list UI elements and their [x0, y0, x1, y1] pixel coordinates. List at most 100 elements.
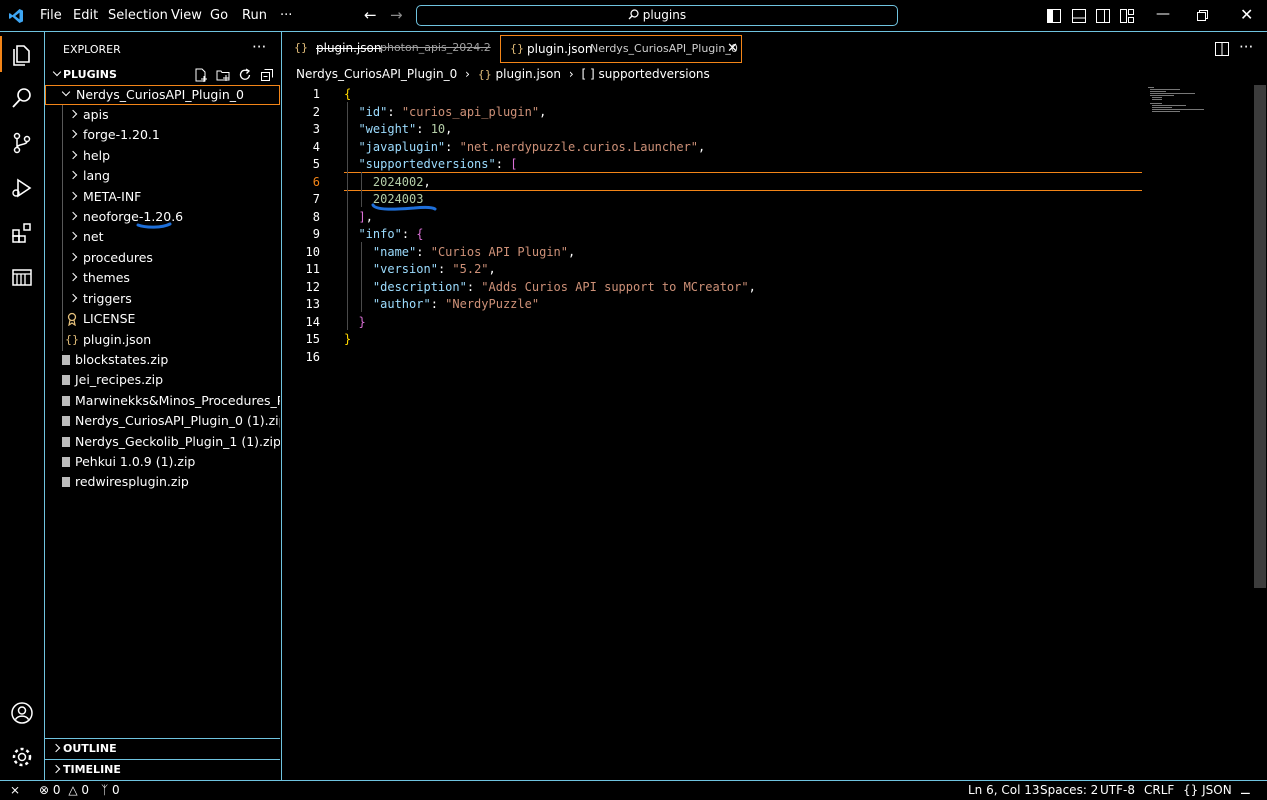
- menu-file[interactable]: File: [40, 8, 62, 23]
- tab-plugin-json-photon[interactable]: {} plugin.json photon_apis_2024.2: [288, 35, 500, 63]
- search-view-icon[interactable]: [10, 86, 34, 110]
- language-mode[interactable]: {} JSON: [1183, 781, 1232, 799]
- folder-themes[interactable]: themes: [45, 268, 280, 288]
- file-label: Pehkui 1.0.9 (1).zip: [75, 454, 196, 469]
- plugins-section-title: PLUGINS: [63, 68, 117, 81]
- toggle-panel-icon[interactable]: [1072, 9, 1086, 23]
- tab-description: photon_apis_2024.2: [380, 41, 491, 54]
- close-tab-icon[interactable]: ✕: [727, 36, 738, 62]
- json-icon: {}: [65, 333, 79, 346]
- end-of-line[interactable]: CRLF: [1144, 781, 1174, 799]
- breadcrumb-separator-icon: ›: [465, 67, 470, 81]
- folder-help[interactable]: help: [45, 146, 280, 166]
- root-folder-label: Nerdys_CuriosAPI_Plugin_0: [76, 87, 244, 102]
- zip-file-row[interactable]: Nerdys_Geckolib_Plugin_1 (1).zip: [45, 432, 280, 452]
- folder-procedures[interactable]: procedures: [45, 248, 280, 268]
- line-number: 4: [312, 140, 320, 154]
- file-license[interactable]: LICENSE: [45, 309, 280, 329]
- menu-more[interactable]: ···: [280, 8, 292, 23]
- folder-triggers[interactable]: triggers: [45, 289, 280, 309]
- problems-indicator[interactable]: ⊗ 0 △ 0: [39, 781, 89, 799]
- tab-description: Nerdys_CuriosAPI_Plugin_0: [590, 42, 738, 55]
- menu-selection[interactable]: Selection: [108, 8, 168, 23]
- forward-arrow-icon[interactable]: →: [390, 6, 403, 24]
- source-control-icon[interactable]: [10, 131, 34, 155]
- run-debug-icon[interactable]: [10, 176, 34, 200]
- split-editor-icon[interactable]: [1215, 42, 1229, 56]
- tab-plugin-json-curios[interactable]: {} plugin.json Nerdys_CuriosAPI_Plugin_0…: [500, 35, 742, 63]
- breadcrumb-file[interactable]: plugin.json: [496, 67, 561, 81]
- account-icon[interactable]: [10, 701, 34, 725]
- code-editor[interactable]: 1 2 3 4 5 6 7 8 9 10 11 12 13 14 15 16 {…: [282, 85, 1266, 780]
- command-center-text: plugins: [642, 8, 687, 22]
- code-line: "id": "curios_api_plugin",: [358, 105, 547, 119]
- menu-edit[interactable]: Edit: [73, 8, 98, 23]
- menu-go[interactable]: Go: [210, 8, 228, 23]
- notifications-bell-icon[interactable]: ⚊: [1240, 781, 1251, 799]
- code-line: }: [358, 315, 366, 329]
- outline-section-header[interactable]: OUTLINE: [45, 739, 280, 759]
- zip-file-row[interactable]: Marwinekks&Minos_Procedures_Plu...: [45, 391, 280, 411]
- tab-label: plugin.json: [527, 42, 593, 56]
- explorer-more-icon[interactable]: ···: [252, 38, 266, 56]
- menu-view[interactable]: View: [171, 8, 202, 23]
- line-number: 11: [305, 262, 320, 276]
- refresh-icon[interactable]: [238, 68, 252, 82]
- error-icon: ⊗: [39, 783, 50, 797]
- extensions-icon[interactable]: [10, 221, 34, 245]
- folder-apis[interactable]: apis: [45, 105, 280, 125]
- file-label: plugin.json: [83, 332, 152, 347]
- collapse-all-icon[interactable]: [260, 68, 274, 82]
- vscode-logo-icon: [9, 9, 23, 23]
- new-folder-icon[interactable]: [216, 68, 230, 82]
- encoding[interactable]: UTF-8: [1100, 781, 1135, 799]
- restore-icon[interactable]: [1197, 10, 1208, 21]
- blue-underline-annotation: [371, 203, 437, 211]
- title-bar: File Edit Selection View Go Run ··· ← → …: [0, 0, 1267, 32]
- root-folder-row[interactable]: Nerdys_CuriosAPI_Plugin_0: [45, 85, 280, 105]
- breadcrumb-separator-icon: ›: [568, 67, 574, 81]
- settings-gear-icon[interactable]: [10, 745, 34, 769]
- zip-file-row[interactable]: Jei_recipes.zip: [45, 370, 280, 390]
- code-line: "weight": 10,: [358, 122, 453, 136]
- timeline-section-header[interactable]: TIMELINE: [45, 760, 280, 780]
- folder-net[interactable]: net: [45, 227, 280, 247]
- minimize-icon[interactable]: —: [1156, 6, 1170, 22]
- zip-file-icon: [62, 416, 70, 426]
- folder-lang[interactable]: lang: [45, 166, 280, 186]
- toggle-primary-sidebar-icon[interactable]: [1047, 9, 1061, 23]
- code-line: "description": "Adds Curios API support …: [372, 280, 756, 294]
- code-line: "info": {: [358, 227, 424, 241]
- file-label: Marwinekks&Minos_Procedures_Plu...: [75, 393, 280, 408]
- json-icon: {}: [477, 68, 492, 81]
- customize-layout-icon[interactable]: [1120, 9, 1134, 23]
- explorer-icon[interactable]: [10, 42, 34, 66]
- zip-file-icon: [62, 437, 70, 447]
- breadcrumb-folder[interactable]: Nerdys_CuriosAPI_Plugin_0: [296, 67, 457, 81]
- editor-more-icon[interactable]: ···: [1239, 38, 1253, 56]
- cursor-position[interactable]: Ln 6, Col 13: [968, 781, 1040, 799]
- code-line: "version": "5.2",: [372, 262, 496, 276]
- indentation[interactable]: Spaces: 2: [1040, 781, 1098, 799]
- command-center-search[interactable]: plugins: [416, 5, 898, 26]
- ports-indicator[interactable]: ᛉ 0: [101, 781, 120, 799]
- toggle-secondary-sidebar-icon[interactable]: [1096, 9, 1110, 23]
- folder-meta-inf[interactable]: META-INF: [45, 187, 280, 207]
- json-icon: {}: [510, 42, 524, 55]
- menu-run[interactable]: Run: [242, 8, 267, 23]
- vertical-scrollbar[interactable]: [1254, 85, 1266, 588]
- new-file-icon[interactable]: [194, 68, 208, 82]
- json-icon: {}: [1183, 783, 1199, 797]
- remote-icon[interactable]: ⨯: [10, 781, 20, 799]
- minimap[interactable]: [1146, 85, 1250, 125]
- minecraft-tools-icon[interactable]: [10, 265, 34, 289]
- close-window-icon[interactable]: ✕: [1240, 5, 1253, 24]
- zip-file-row[interactable]: Nerdys_CuriosAPI_Plugin_0 (1).zip: [45, 411, 280, 431]
- back-arrow-icon[interactable]: ←: [364, 6, 377, 24]
- file-plugin-json[interactable]: {} plugin.json: [45, 330, 280, 350]
- zip-file-row[interactable]: redwiresplugin.zip: [45, 472, 280, 492]
- breadcrumb-symbol[interactable]: supportedversions: [599, 67, 710, 81]
- zip-file-row[interactable]: blockstates.zip: [45, 350, 280, 370]
- zip-file-row[interactable]: Pehkui 1.0.9 (1).zip: [45, 452, 280, 472]
- folder-forge[interactable]: forge-1.20.1: [45, 125, 280, 145]
